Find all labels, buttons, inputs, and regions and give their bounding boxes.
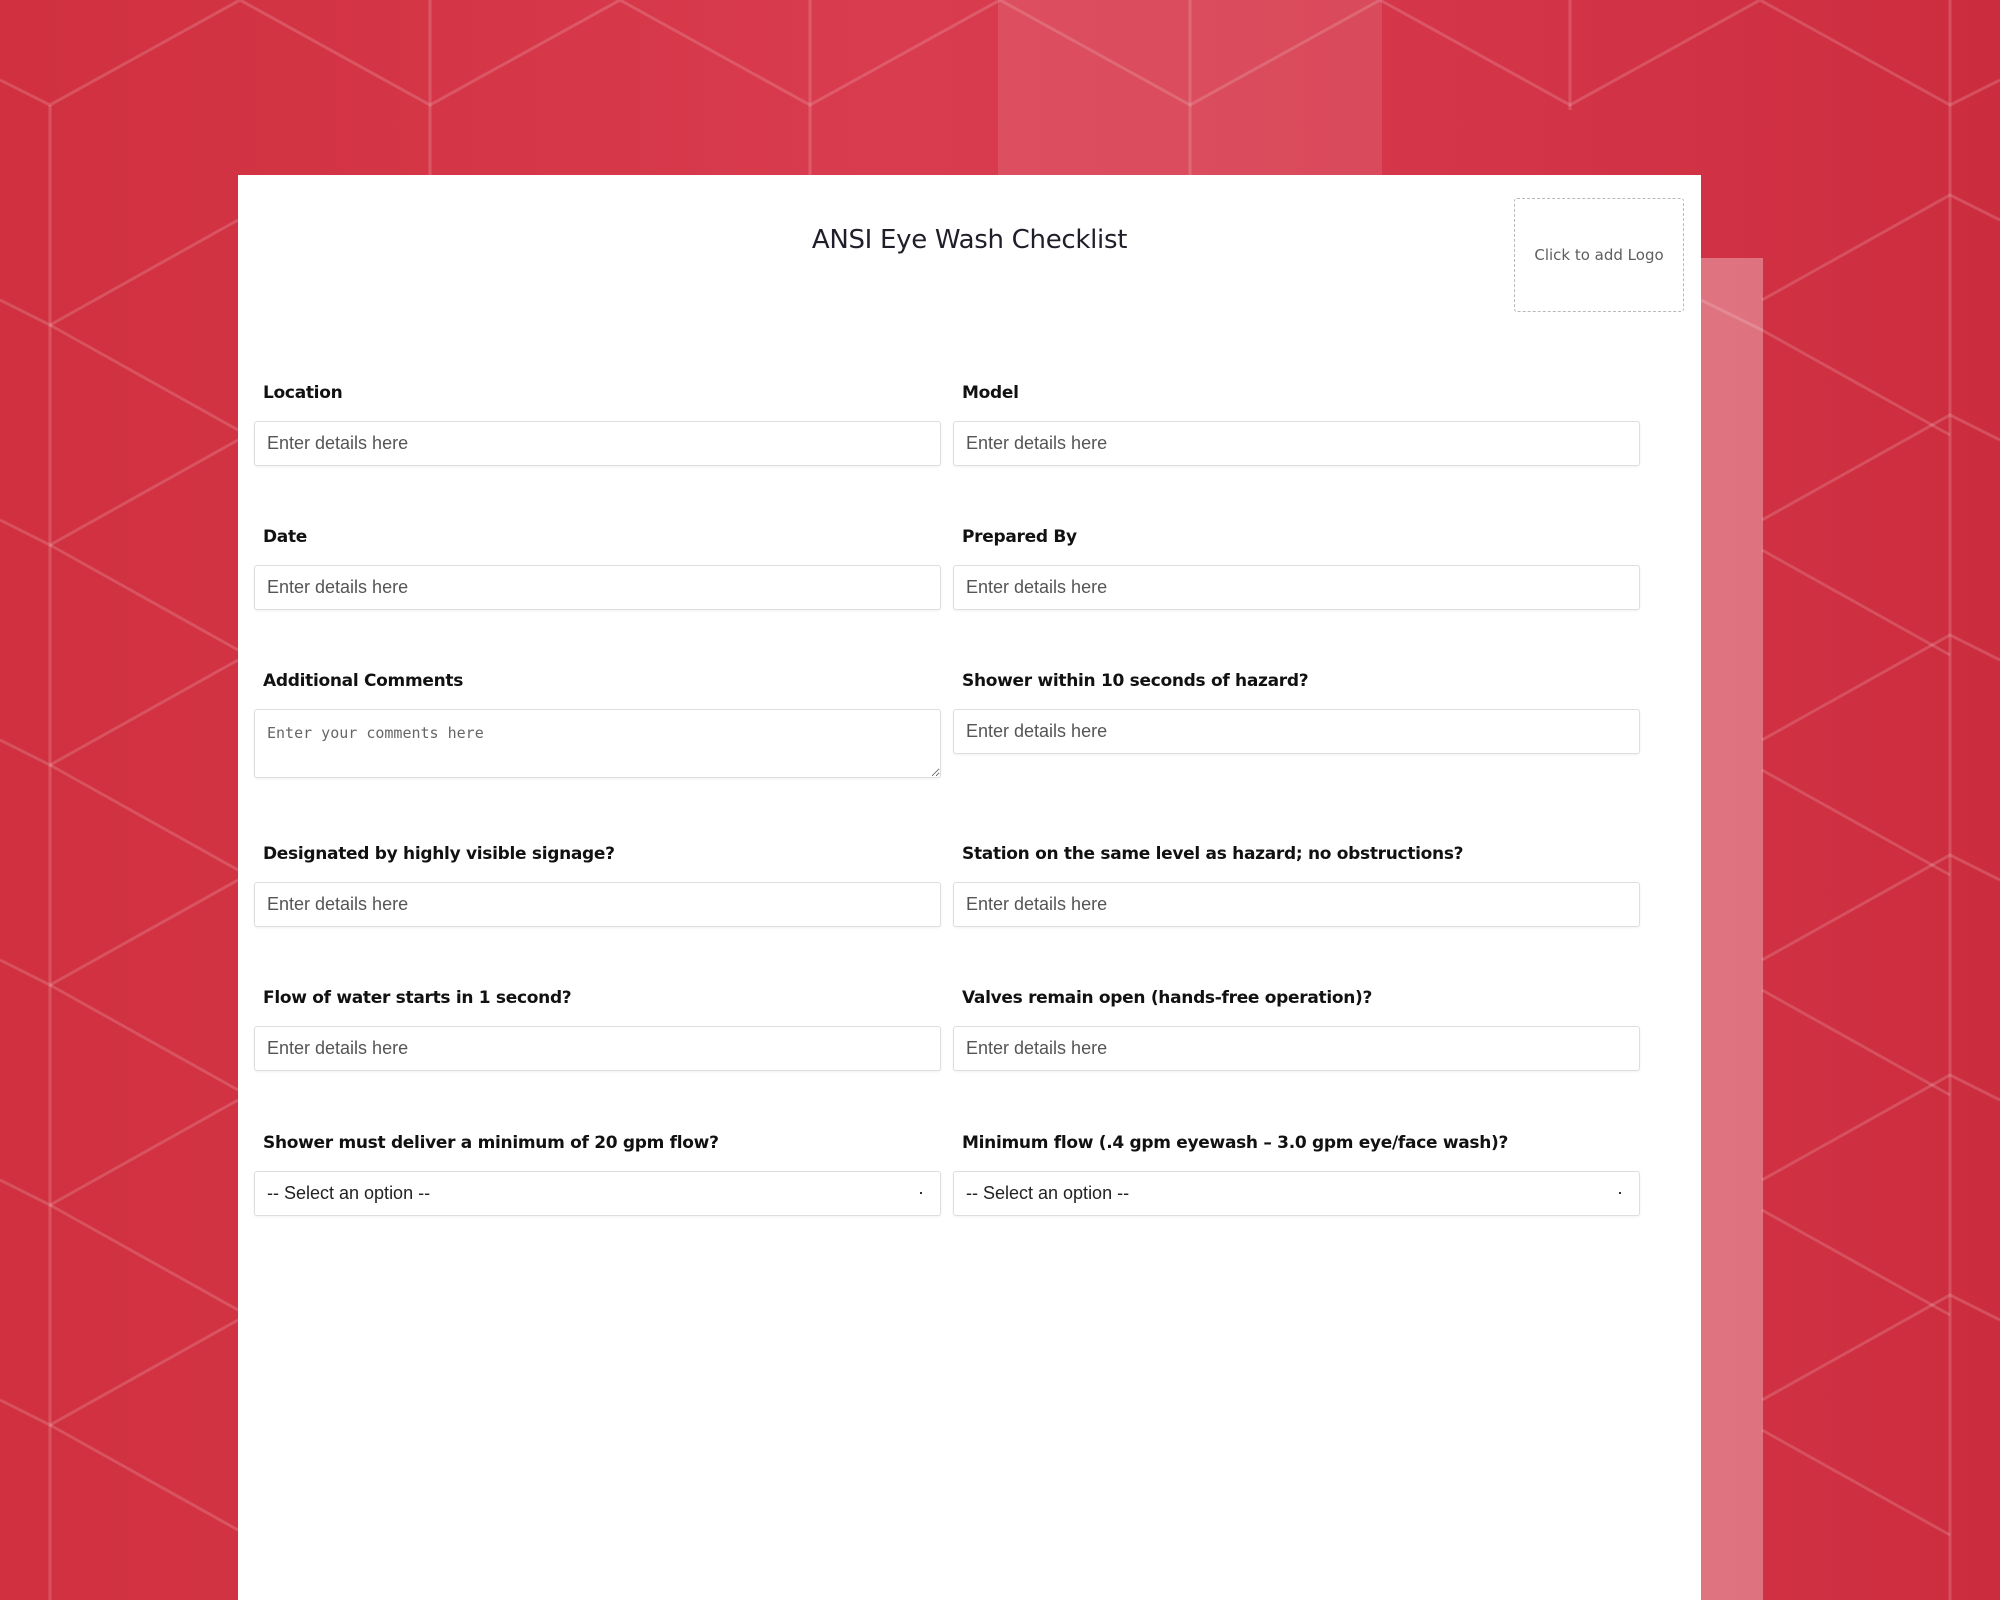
shower-within-10-seconds-input[interactable] [953, 709, 1640, 754]
field-additional-comments: Additional Comments [254, 669, 942, 778]
field-label: Prepared By [962, 527, 1077, 547]
location-input[interactable] [254, 421, 941, 466]
select-value: -- Select an option -- [267, 1183, 431, 1203]
date-input[interactable] [254, 565, 941, 610]
flow-starts-input[interactable] [254, 1026, 941, 1071]
select-value: -- Select an option -- [966, 1183, 1130, 1203]
additional-comments-textarea[interactable] [254, 709, 941, 778]
field-label: Shower within 10 seconds of hazard? [962, 671, 1309, 691]
field-minimum-flow-eyewash: Minimum flow (.4 gpm eyewash – 3.0 gpm e… [953, 1131, 1641, 1216]
field-valves-remain-open: Valves remain open (hands-free operation… [953, 986, 1641, 1071]
field-date: Date [254, 525, 942, 610]
add-logo-button[interactable]: Click to add Logo [1514, 198, 1684, 312]
dropdown-arrow-icon [920, 1192, 922, 1194]
form-title: ANSI Eye Wash Checklist [811, 225, 1128, 255]
field-flow-starts-1-second: Flow of water starts in 1 second? [254, 986, 942, 1071]
field-label: Valves remain open (hands-free operation… [962, 988, 1373, 1008]
field-label: Location [263, 383, 343, 403]
valves-remain-open-input[interactable] [953, 1026, 1640, 1071]
field-label: Designated by highly visible signage? [263, 844, 615, 864]
field-same-level-no-obstructions: Station on the same level as hazard; no … [953, 842, 1641, 927]
same-level-input[interactable] [953, 882, 1640, 927]
field-label: Minimum flow (.4 gpm eyewash – 3.0 gpm e… [962, 1133, 1509, 1153]
shower-min-flow-select[interactable]: -- Select an option -- [254, 1171, 941, 1216]
field-label: Station on the same level as hazard; no … [962, 844, 1464, 864]
visible-signage-input[interactable] [254, 882, 941, 927]
field-label: Model [962, 383, 1019, 403]
field-shower-within-10-seconds: Shower within 10 seconds of hazard? [953, 669, 1641, 754]
add-logo-label: Click to add Logo [1534, 246, 1664, 264]
form-card: ANSI Eye Wash Checklist Click to add Log… [238, 175, 1701, 1600]
eyewash-min-flow-select[interactable]: -- Select an option -- [953, 1171, 1640, 1216]
prepared-by-input[interactable] [953, 565, 1640, 610]
field-model: Model [953, 381, 1641, 466]
field-label: Flow of water starts in 1 second? [263, 988, 572, 1008]
field-label: Additional Comments [263, 671, 464, 691]
background-translucent-panel-right [1701, 258, 1763, 1600]
background-translucent-panel-top [998, 0, 1382, 175]
dropdown-arrow-icon [1619, 1192, 1621, 1194]
model-input[interactable] [953, 421, 1640, 466]
field-visible-signage: Designated by highly visible signage? [254, 842, 942, 927]
field-shower-min-20-gpm: Shower must deliver a minimum of 20 gpm … [254, 1131, 942, 1216]
field-location: Location [254, 381, 942, 466]
field-label: Date [263, 527, 308, 547]
field-prepared-by: Prepared By [953, 525, 1641, 610]
field-label: Shower must deliver a minimum of 20 gpm … [263, 1133, 719, 1153]
